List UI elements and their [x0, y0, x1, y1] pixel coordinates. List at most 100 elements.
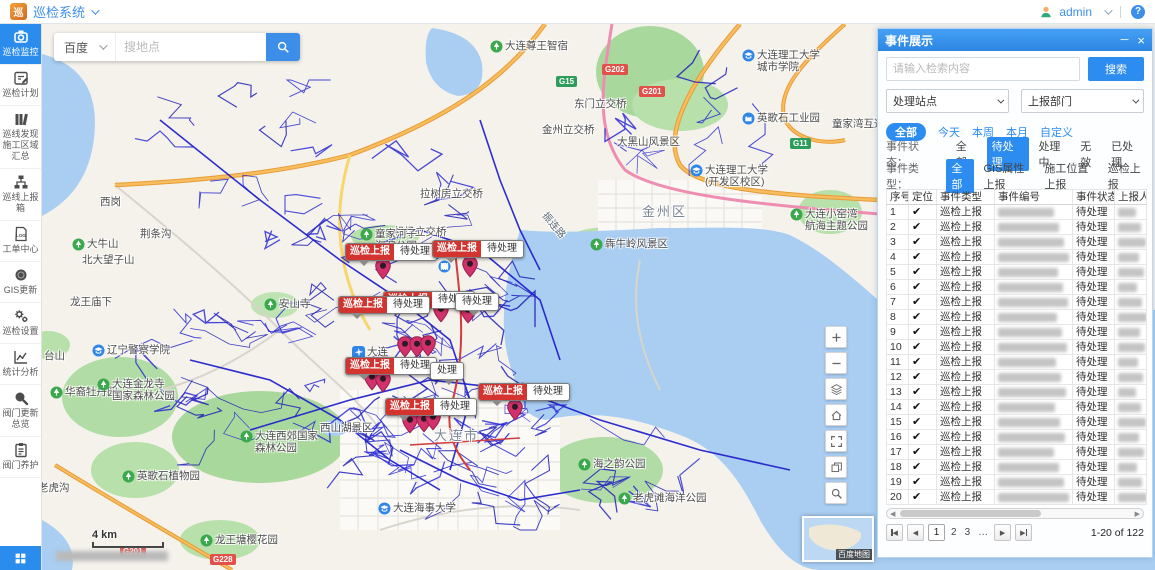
layers-button[interactable]: [825, 378, 847, 400]
event-pin[interactable]: [420, 335, 436, 357]
locate-check-icon[interactable]: ✔: [909, 250, 937, 265]
app-title-chevron-down-icon[interactable]: [91, 6, 99, 14]
sidebar-item-8[interactable]: 统计分析: [0, 344, 41, 385]
sidebar-item-9[interactable]: 阀门更新总览: [0, 385, 41, 437]
locate-check-icon[interactable]: ✔: [909, 340, 937, 355]
cell-index: 16: [887, 430, 909, 445]
sidebar-item-label: 工单中心: [2, 244, 38, 254]
first-page-button[interactable]: ◀: [886, 524, 903, 541]
fullscreen-button[interactable]: [825, 430, 847, 452]
sidebar-item-4[interactable]: 巡线上报箱: [0, 169, 41, 221]
prev-page-button[interactable]: ◀: [907, 524, 924, 541]
current-page-button[interactable]: 1: [928, 524, 945, 541]
plan-icon: [13, 70, 29, 86]
event-pin[interactable]: [507, 399, 523, 421]
sidebar-item-5[interactable]: LOG工单中心: [0, 221, 41, 262]
map-search-button[interactable]: [266, 33, 300, 61]
map-engine-value: 百度: [64, 39, 88, 56]
next-page-button[interactable]: ▶: [994, 524, 1011, 541]
locate-check-icon[interactable]: ✔: [909, 370, 937, 385]
department-select[interactable]: 上报部门: [1021, 89, 1144, 113]
valve-search-icon: [13, 390, 29, 406]
cell-event-no-redacted: [995, 415, 1073, 430]
locate-check-icon[interactable]: ✔: [909, 265, 937, 280]
table-row: 13✔巡检上报待处理: [887, 385, 1147, 400]
app-logo-icon: 巡: [10, 3, 27, 20]
page-button-2[interactable]: 2: [949, 527, 959, 538]
locate-check-icon[interactable]: ✔: [909, 310, 937, 325]
locate-check-icon[interactable]: ✔: [909, 415, 937, 430]
sidebar-item-1[interactable]: 巡检监控: [0, 24, 41, 65]
overview-button[interactable]: [825, 456, 847, 478]
locate-check-icon[interactable]: ✔: [909, 445, 937, 460]
locate-check-icon[interactable]: ✔: [909, 385, 937, 400]
minimap[interactable]: 百度地图: [802, 516, 874, 562]
table-row: 12✔巡检上报待处理: [887, 370, 1147, 385]
sidebar-item-label: 巡检监控: [2, 47, 38, 57]
page-button-3[interactable]: 3: [963, 527, 973, 538]
map-search-button[interactable]: [825, 482, 847, 504]
table-row: 8✔巡检上报待处理: [887, 310, 1147, 325]
table-header: 定位: [909, 190, 937, 205]
scroll-right-icon[interactable]: ▶: [1132, 510, 1143, 518]
event-pin[interactable]: [375, 258, 391, 280]
cell-reporter-redacted: [1115, 415, 1147, 430]
sidebar-item-3[interactable]: 巡线发现施工区域汇总: [0, 106, 41, 169]
event-pin[interactable]: [462, 256, 478, 278]
locate-check-icon[interactable]: ✔: [909, 295, 937, 310]
locate-check-icon[interactable]: ✔: [909, 280, 937, 295]
cell-event-no-redacted: [995, 460, 1073, 475]
locate-check-icon[interactable]: ✔: [909, 400, 937, 415]
locate-check-icon[interactable]: ✔: [909, 235, 937, 250]
event-callout[interactable]: 处理: [430, 362, 464, 380]
zoom-in-button[interactable]: [825, 326, 847, 348]
event-callout[interactable]: 巡检上报待处理: [338, 296, 430, 314]
cell-index: 2: [887, 220, 909, 235]
help-icon[interactable]: ?: [1131, 5, 1145, 19]
locate-check-icon[interactable]: ✔: [909, 220, 937, 235]
scroll-left-icon[interactable]: ◀: [887, 510, 898, 518]
locate-check-icon[interactable]: ✔: [909, 475, 937, 490]
park-poi-icon: [490, 40, 503, 53]
station-select[interactable]: 处理站点: [886, 89, 1009, 113]
map-label: 大黑山风景区: [617, 136, 680, 148]
minimap-label: 百度地图: [836, 549, 872, 560]
user-chevron-down-icon[interactable]: [1104, 6, 1112, 14]
locate-check-icon[interactable]: ✔: [909, 205, 937, 220]
type-filter-3[interactable]: 施工位置上报: [1044, 160, 1098, 192]
sidebar-item-10[interactable]: 阀门养护: [0, 437, 41, 478]
event-callout[interactable]: 巡检上报待处理: [345, 357, 437, 375]
locate-check-icon[interactable]: ✔: [909, 355, 937, 370]
panel-close-icon[interactable]: ×: [1137, 35, 1145, 46]
event-callout[interactable]: 巡检上报待处理: [385, 398, 477, 416]
locate-check-icon[interactable]: ✔: [909, 325, 937, 340]
table-row: 6✔巡检上报待处理: [887, 280, 1147, 295]
page-button-…[interactable]: …: [976, 527, 990, 538]
sidebar-item-7[interactable]: 巡检设置: [0, 303, 41, 344]
event-callout[interactable]: 待处理: [455, 293, 499, 311]
event-callout[interactable]: 巡检上报待处理: [478, 383, 570, 401]
map-engine-select[interactable]: 百度: [54, 33, 116, 61]
type-filter-4[interactable]: 巡检上报: [1108, 160, 1144, 192]
locate-check-icon[interactable]: ✔: [909, 460, 937, 475]
locate-check-icon[interactable]: ✔: [909, 430, 937, 445]
event-search-button[interactable]: 搜索: [1088, 57, 1144, 81]
scrollbar-thumb[interactable]: [900, 510, 1041, 517]
type-filter-1[interactable]: 全部: [946, 159, 974, 193]
sidebar-item-2[interactable]: 巡检计划: [0, 65, 41, 106]
map-search-input[interactable]: [116, 40, 266, 54]
panel-minimize-icon[interactable]: ─: [1121, 35, 1129, 46]
tree-icon: [13, 174, 29, 190]
event-search-input[interactable]: [886, 57, 1080, 81]
sidebar-item-6[interactable]: GIS更新: [0, 262, 41, 303]
event-callout[interactable]: 巡检上报待处理: [432, 240, 524, 258]
type-filter-2[interactable]: GIS属性上报: [983, 160, 1035, 192]
user-menu[interactable]: admin: [1059, 5, 1092, 19]
locate-check-icon[interactable]: ✔: [909, 490, 937, 505]
home-button[interactable]: [825, 404, 847, 426]
last-page-button[interactable]: ▶: [1015, 524, 1032, 541]
sidebar-apps-button[interactable]: [0, 546, 41, 570]
zoom-out-button[interactable]: [825, 352, 847, 374]
map-label: 大连理工大学城市学院: [742, 49, 820, 73]
event-callout[interactable]: 巡检上报待处理: [345, 243, 437, 261]
